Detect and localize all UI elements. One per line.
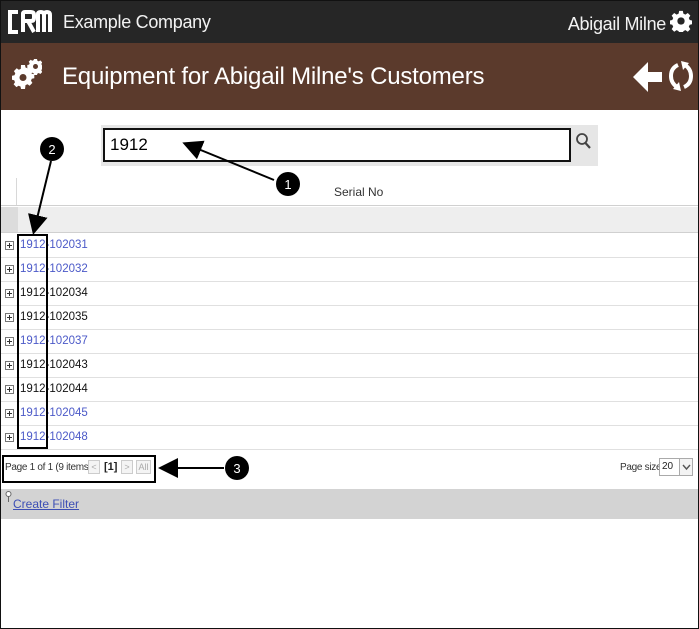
chevron-down-icon[interactable] bbox=[679, 459, 692, 475]
expand-plus-icon[interactable] bbox=[5, 433, 14, 442]
table-row: 1912-102034 bbox=[1, 282, 698, 306]
expand-plus-icon[interactable] bbox=[5, 385, 14, 394]
serial-no-cell[interactable]: 1912-102037 bbox=[20, 335, 88, 347]
table-row: 1912-102044 bbox=[1, 378, 698, 402]
grid-header: Serial No bbox=[1, 178, 698, 206]
gear-icon[interactable] bbox=[670, 10, 692, 32]
serial-no-cell: 1912-102044 bbox=[20, 383, 88, 395]
expand-plus-icon[interactable] bbox=[5, 241, 14, 250]
top-bar: Example Company Abigail Milne bbox=[1, 1, 698, 43]
filter-bar: Create Filter bbox=[1, 489, 698, 519]
serial-no-cell[interactable]: 1912-102031 bbox=[20, 239, 88, 251]
page-size-value: 20 bbox=[662, 461, 674, 472]
prev-page-button[interactable]: < bbox=[88, 460, 100, 474]
table-row: 1912-102037 bbox=[1, 330, 698, 354]
pager: Page 1 of 1 (9 items) < [1] > All Page s… bbox=[1, 455, 698, 483]
serial-no-cell: 1912-102034 bbox=[20, 287, 88, 299]
serial-no-cell[interactable]: 1912-102048 bbox=[20, 431, 88, 443]
serial-no-cell: 1912-102035 bbox=[20, 311, 88, 323]
refresh-icon[interactable] bbox=[669, 59, 693, 93]
table-row: 1912-102032 bbox=[1, 258, 698, 282]
create-filter-link[interactable]: Create Filter bbox=[13, 497, 79, 511]
next-page-button[interactable]: > bbox=[121, 460, 133, 474]
table-row: 1912-102048 bbox=[1, 426, 698, 450]
page-info: Page 1 of 1 (9 items) bbox=[5, 462, 92, 473]
column-header-serial-no[interactable]: Serial No bbox=[334, 185, 383, 199]
user-name[interactable]: Abigail Milne bbox=[568, 14, 666, 35]
table-row: 1912-102045 bbox=[1, 402, 698, 426]
search-input[interactable] bbox=[103, 128, 571, 162]
page-title: Equipment for Abigail Milne's Customers bbox=[62, 63, 485, 90]
back-arrow-icon[interactable] bbox=[633, 61, 663, 93]
serial-no-cell[interactable]: 1912-102045 bbox=[20, 407, 88, 419]
crm-logo bbox=[8, 9, 52, 34]
serial-no-cell[interactable]: 1912-102032 bbox=[20, 263, 88, 275]
company-name: Example Company bbox=[63, 12, 211, 32]
expand-plus-icon[interactable] bbox=[5, 289, 14, 298]
expand-plus-icon[interactable] bbox=[5, 313, 14, 322]
pin-icon bbox=[5, 491, 12, 502]
title-bar: Equipment for Abigail Milne's Customers bbox=[1, 43, 698, 110]
grid-filter-row bbox=[1, 207, 698, 233]
table-row: 1912-102031 bbox=[1, 234, 698, 258]
filter-row-cell bbox=[1, 207, 18, 232]
page-size-label: Page size: bbox=[620, 462, 664, 473]
expand-plus-icon[interactable] bbox=[5, 265, 14, 274]
header-divider bbox=[16, 178, 17, 205]
expand-plus-icon[interactable] bbox=[5, 337, 14, 346]
page-size-select[interactable]: 20 bbox=[659, 458, 693, 476]
serial-no-cell: 1912-102043 bbox=[20, 359, 88, 371]
gears-icon bbox=[12, 59, 42, 89]
expand-plus-icon[interactable] bbox=[5, 361, 14, 370]
expand-plus-icon[interactable] bbox=[5, 409, 14, 418]
grid-rows: 1912-102031 1912-102032 1912-102034 1912… bbox=[1, 234, 698, 450]
search-icon[interactable] bbox=[573, 130, 595, 154]
table-row: 1912-102035 bbox=[1, 306, 698, 330]
table-row: 1912-102043 bbox=[1, 354, 698, 378]
all-pages-button[interactable]: All bbox=[136, 460, 151, 474]
current-page: [1] bbox=[104, 461, 118, 473]
